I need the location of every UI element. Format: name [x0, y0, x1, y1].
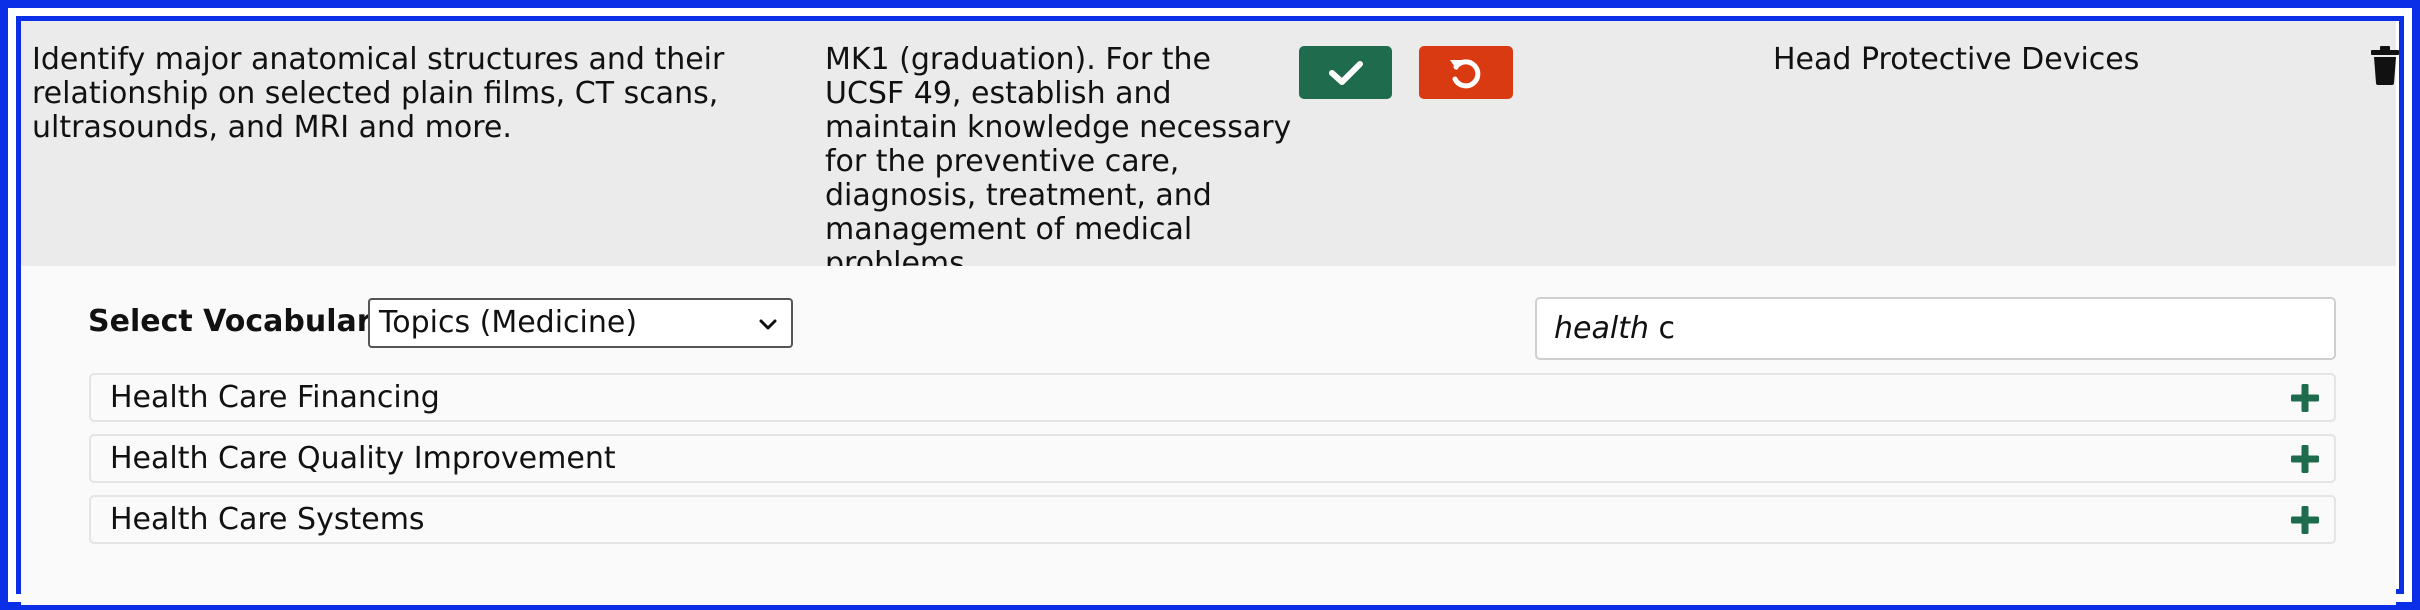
check-icon — [1328, 60, 1363, 85]
accept-button[interactable] — [1299, 46, 1392, 99]
plus-icon[interactable] — [2290, 505, 2320, 535]
result-item-label: Health Care Quality Improvement — [110, 441, 616, 476]
plus-icon[interactable] — [2290, 444, 2320, 474]
vocabulary-select[interactable]: Topics (Medicine) — [368, 298, 793, 348]
result-item-label: Health Care Financing — [110, 380, 440, 415]
search-input[interactable]: health c — [1535, 297, 2336, 360]
search-input-highlight: health — [1554, 311, 1649, 346]
mesh-term: Head Protective Devices — [1773, 42, 2140, 77]
select-vocabulary-label: Select Vocabulary: — [88, 304, 404, 339]
result-item[interactable]: Health Care Financing — [89, 373, 2336, 422]
result-item[interactable]: Health Care Quality Improvement — [89, 434, 2336, 483]
vocabulary-selected-value: Topics (Medicine) — [379, 305, 638, 340]
undo-icon — [1450, 58, 1481, 88]
trash-icon[interactable] — [2370, 45, 2400, 85]
competency-text: MK1 (graduation). For the UCSF 49, estab… — [825, 42, 1292, 281]
plus-icon[interactable] — [2290, 383, 2320, 413]
search-input-rest: c — [1648, 311, 1676, 346]
chevron-down-icon — [759, 319, 777, 330]
page-frame: Identify major anatomical structures and… — [0, 0, 2420, 610]
undo-button[interactable] — [1419, 46, 1513, 99]
objective-row: Identify major anatomical structures and… — [21, 21, 2399, 281]
result-item-label: Health Care Systems — [110, 502, 425, 537]
objective-text: Identify major anatomical structures and… — [32, 42, 725, 145]
vocabulary-panel: Select Vocabulary: Topics (Medicine) hea… — [21, 266, 2396, 605]
result-item[interactable]: Health Care Systems — [89, 495, 2336, 544]
